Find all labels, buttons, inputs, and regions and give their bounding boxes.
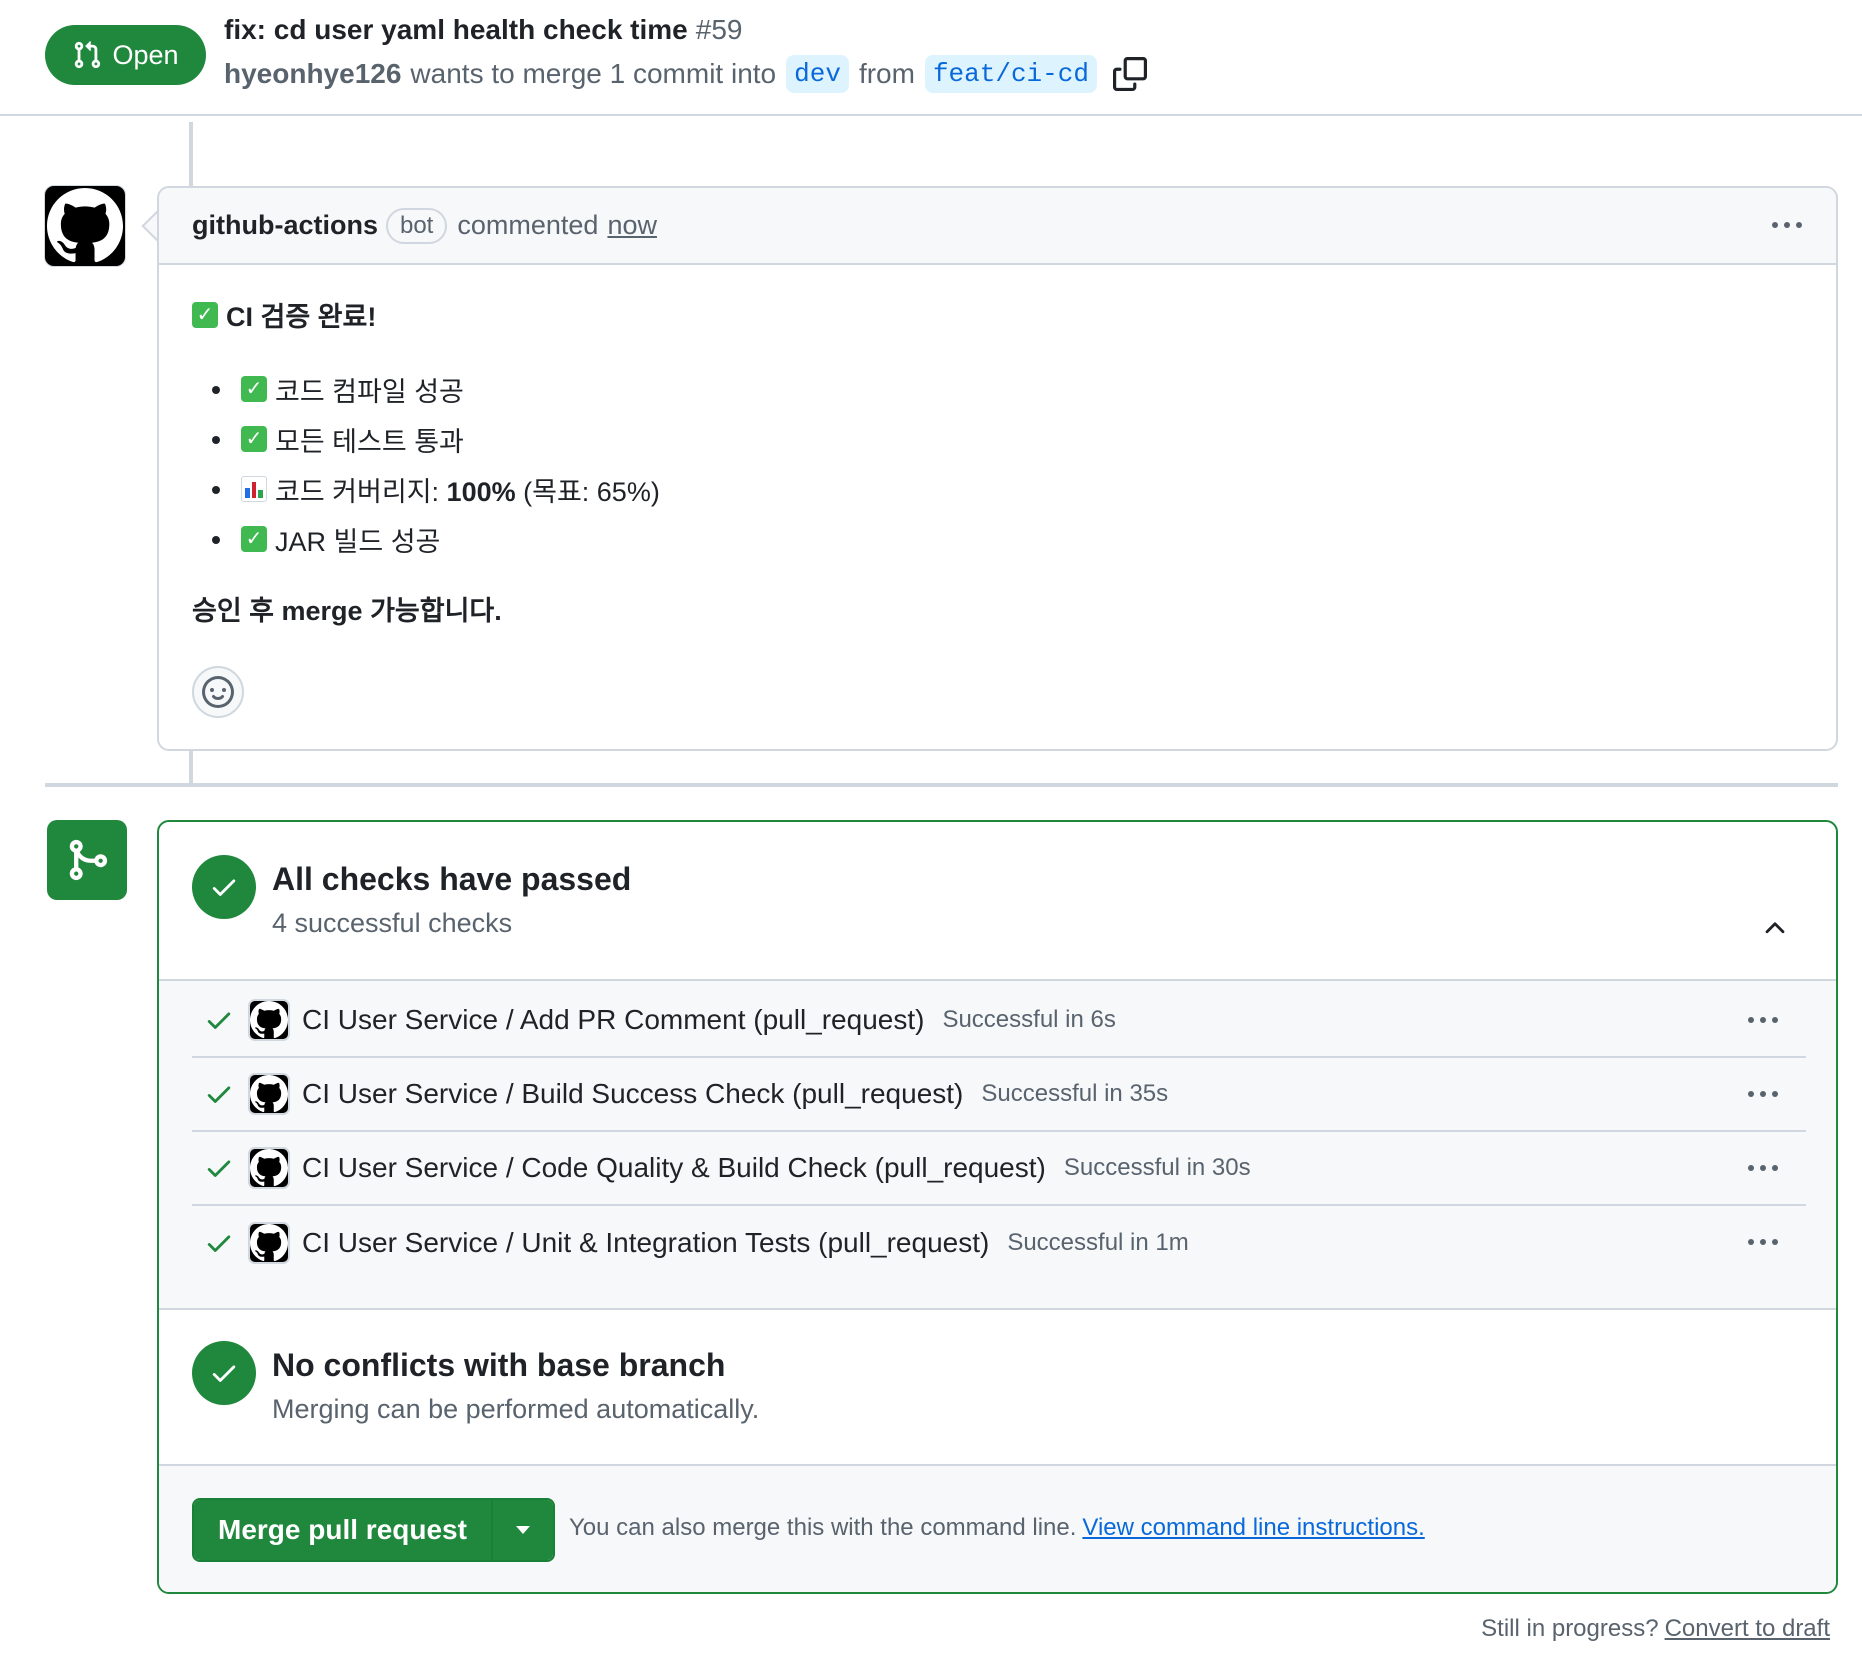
pr-state-label: Open [112,39,179,70]
comment-action: commented [457,210,599,240]
timeline-divider [45,783,1838,787]
comment-header: github-actions bot commented now [159,188,1836,265]
github-logo-icon [248,1073,290,1115]
check-status: Successful in 6s [942,1006,1116,1033]
merge-options-dropdown[interactable] [490,1500,553,1560]
comment-list: ✓ 코드 컴파일 성공 ✓ 모든 테스트 통과 코드 커버리지: 100% (목… [192,364,660,564]
from-text: from [858,58,915,89]
command-line-instructions-link[interactable]: View command line instructions. [1082,1514,1424,1541]
check-name[interactable]: CI User Service / Add PR Comment (pull_r… [302,1004,924,1036]
merge-hint-text: You can also merge this with the command… [569,1514,1077,1541]
list-item: ✓ JAR 빌드 성공 [192,514,660,564]
list-item-text: 코드 커버리지: 100% (목표: 65%) [275,476,660,507]
checks-list: CI User Service / Add PR Comment (pull_r… [159,979,1836,1310]
comment-heading-text: CI 검증 완료! [226,302,377,332]
check-options-kebab-icon[interactable] [1748,1239,1778,1245]
pr-author-link[interactable]: hyeonhye126 [224,58,401,90]
head-branch[interactable]: feat/ci-cd [924,55,1097,93]
check-name[interactable]: CI User Service / Unit & Integration Tes… [302,1227,989,1259]
draft-question: Still in progress? [1481,1615,1659,1642]
checks-title: All checks have passed [272,861,632,897]
checks-passed-icon [192,855,256,919]
check-row[interactable]: CI User Service / Code Quality & Build C… [192,1132,1806,1206]
check-icon [207,1012,231,1029]
merge-hint: You can also merge this with the command… [569,1514,1425,1542]
merge-pull-request-button[interactable]: Merge pull request [194,1500,491,1560]
pr-title-text: fix: cd user yaml health check time [224,14,688,45]
bar-chart-emoji-icon [241,476,267,502]
comment-options-kebab-icon[interactable] [1772,222,1802,228]
check-row[interactable]: CI User Service / Add PR Comment (pull_r… [192,984,1806,1058]
list-item-text: 코드 컴파일 성공 [275,376,464,407]
check-icon [207,1086,231,1103]
chevron-up-icon[interactable] [1760,913,1790,943]
comment-time-link[interactable]: now [607,210,657,241]
check-options-kebab-icon[interactable] [1748,1091,1778,1097]
github-actions-avatar[interactable] [44,185,126,267]
check-mark-emoji-icon: ✓ [241,426,267,452]
check-row[interactable]: CI User Service / Build Success Check (p… [192,1058,1806,1132]
comment-author-link[interactable]: github-actions [192,210,378,241]
merge-description: wants to merge 1 commit into [410,58,777,89]
smiley-icon [202,676,234,708]
merge-button-group: Merge pull request [192,1498,555,1562]
pr-header: Open fix: cd user yaml health check time… [0,0,1862,116]
github-logo-icon [248,999,290,1041]
checks-subtitle: 4 successful checks [272,908,513,938]
list-item: ✓ 모든 테스트 통과 [192,414,660,464]
merge-footer: Merge pull request You can also merge th… [159,1464,1836,1592]
merge-box: All checks have passed 4 successful chec… [157,820,1838,1594]
comment-heading: ✓ CI 검증 완료! [192,295,660,334]
github-logo-icon [248,1147,290,1189]
check-options-kebab-icon[interactable] [1748,1017,1778,1023]
copy-icon[interactable] [1112,57,1147,91]
list-item: 코드 커버리지: 100% (목표: 65%) [192,464,660,514]
comment-final-line: 승인 후 merge 가능합니다. [192,596,502,626]
bot-badge: bot [385,207,448,244]
github-logo-icon [47,188,123,263]
check-name[interactable]: CI User Service / Build Success Check (p… [302,1078,963,1110]
list-item-text: 모든 테스트 통과 [275,426,464,457]
triangle-down-icon [515,1526,530,1534]
comment-card: github-actions bot commented now ✓ CI 검증… [157,186,1838,751]
pr-number: #59 [695,14,743,45]
check-icon [207,1235,231,1252]
check-name[interactable]: CI User Service / Code Quality & Build C… [302,1152,1046,1184]
comment-body: ✓ CI 검증 완료! ✓ 코드 컴파일 성공 ✓ 모든 테스트 통과 코드 커… [192,295,660,628]
convert-to-draft-link[interactable]: Convert to draft [1665,1615,1830,1642]
git-merge-icon [69,839,108,881]
list-item-text: JAR 빌드 성공 [275,526,441,557]
check-row[interactable]: CI User Service / Unit & Integration Tes… [192,1206,1806,1280]
pr-subtitle: hyeonhye126 wants to merge 1 commit into… [224,55,1147,93]
conflicts-summary: No conflicts with base branch Merging ca… [159,1341,1836,1425]
check-options-kebab-icon[interactable] [1748,1165,1778,1171]
draft-prompt: Still in progress? Convert to draft [1481,1615,1830,1643]
conflicts-subtitle: Merging can be performed automatically. [272,1394,760,1424]
pr-state-badge: Open [45,25,206,85]
list-item: ✓ 코드 컴파일 성공 [192,364,660,414]
check-icon [207,1160,231,1177]
check-status: Successful in 35s [981,1080,1169,1107]
check-mark-emoji-icon: ✓ [241,376,267,402]
no-conflicts-icon [192,1341,256,1405]
checks-summary: All checks have passed 4 successful chec… [159,855,1836,939]
git-pull-request-icon [75,41,101,69]
base-branch[interactable]: dev [786,55,849,93]
check-mark-emoji-icon: ✓ [192,301,218,328]
merge-status-icon [47,820,127,900]
conflicts-title: No conflicts with base branch [272,1347,726,1383]
github-logo-icon [248,1222,290,1264]
add-reaction-button[interactable] [192,666,244,718]
check-status: Successful in 1m [1007,1229,1189,1256]
check-status: Successful in 30s [1063,1154,1251,1181]
pr-title: fix: cd user yaml health check time #59 [224,14,742,46]
check-mark-emoji-icon: ✓ [241,526,267,552]
